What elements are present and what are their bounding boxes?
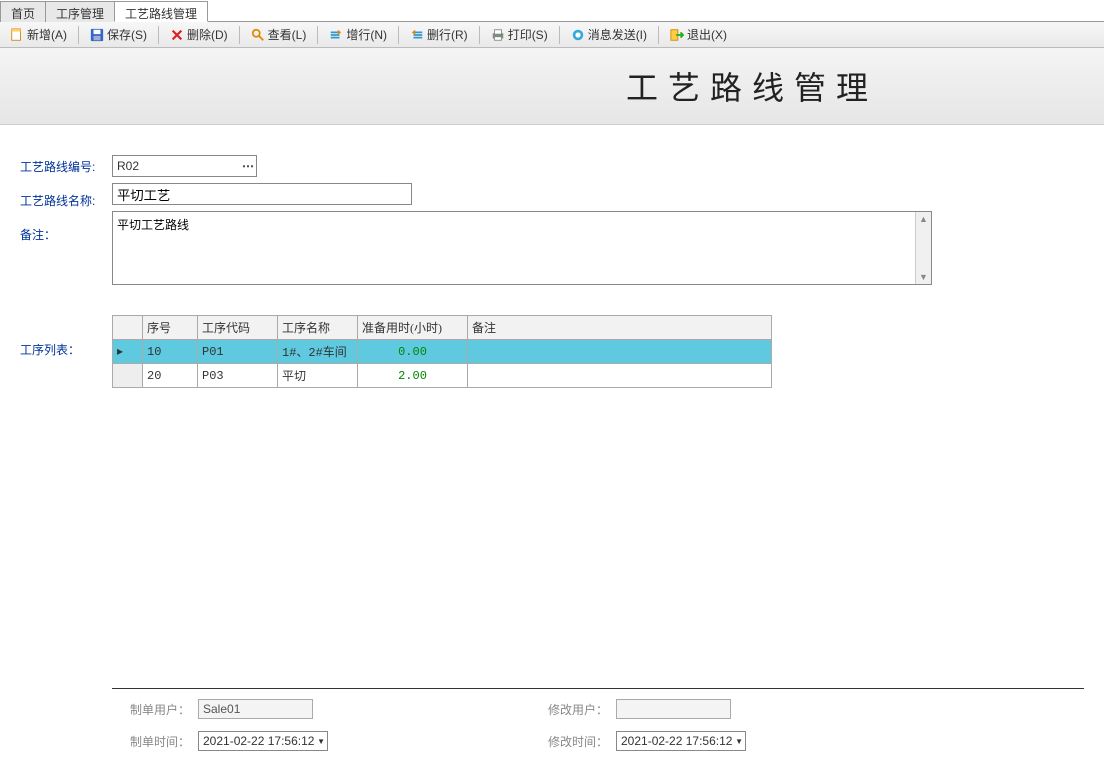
separator (479, 26, 480, 44)
list-label: 工序列表： (20, 315, 112, 388)
new-button[interactable]: 新增(A) (5, 23, 72, 46)
header-band: 工艺路线管理 (0, 48, 1104, 125)
tab-process[interactable]: 工序管理 (45, 1, 115, 22)
table-row[interactable]: ▸ 10 P01 1#、2#车间 0.00 (113, 340, 772, 364)
createtime-picker[interactable]: 2021-02-22 17:56:12 ▼ (198, 731, 328, 751)
view-button[interactable]: 查看(L) (246, 23, 312, 46)
code-label: 工艺路线编号: (20, 155, 112, 177)
addrow-icon (329, 28, 343, 42)
separator (658, 26, 659, 44)
scroll-down-icon[interactable]: ▼ (919, 270, 928, 284)
list-wrap: 工序列表： 序号 工序代码 工序名称 准备用时(小时) 备注 ▸ 10 P01 … (0, 295, 1104, 388)
row-indicator-icon: ▸ (113, 340, 143, 364)
chevron-down-icon[interactable]: ▼ (317, 737, 325, 746)
name-input[interactable] (112, 183, 412, 205)
search-icon (251, 28, 265, 42)
separator (398, 26, 399, 44)
tab-route[interactable]: 工艺路线管理 (114, 1, 208, 22)
form-area: 工艺路线编号: 工艺路线名称: 备注： R02 ⋯ 平切工艺路线 ▲ ▼ (0, 125, 1104, 295)
chevron-down-icon[interactable]: ▼ (735, 737, 743, 746)
scrollbar[interactable]: ▲ ▼ (915, 212, 931, 284)
remark-label: 备注： (20, 223, 112, 245)
delrow-button[interactable]: 删行(R) (405, 23, 473, 46)
remark-textarea[interactable]: 平切工艺路线 (113, 212, 915, 284)
save-button[interactable]: 保存(S) (85, 23, 152, 46)
separator (239, 26, 240, 44)
spacer (0, 388, 1104, 688)
creator-field: Sale01 (198, 699, 313, 719)
name-label: 工艺路线名称: (20, 189, 112, 211)
remark-textarea-wrap: 平切工艺路线 ▲ ▼ (112, 211, 932, 285)
creator-label: 制单用户： (130, 701, 190, 718)
toolbar: 新增(A) 保存(S) 删除(D) 查看(L) 增行(N) 删行(R) 打印(S… (0, 22, 1104, 48)
delete-icon (170, 28, 184, 42)
code-input[interactable]: R02 ⋯ (112, 155, 257, 177)
scroll-up-icon[interactable]: ▲ (919, 212, 928, 226)
delete-button[interactable]: 删除(D) (165, 23, 233, 46)
new-icon (10, 28, 24, 42)
page-title: 工艺路线管理 (400, 63, 1104, 109)
edittime-picker[interactable]: 2021-02-22 17:56:12 ▼ (616, 731, 746, 751)
print-icon (491, 28, 505, 42)
separator (559, 26, 560, 44)
separator (78, 26, 79, 44)
delrow-icon (410, 28, 424, 42)
grid-header: 序号 工序代码 工序名称 准备用时(小时) 备注 (113, 316, 772, 340)
lookup-icon[interactable]: ⋯ (242, 156, 254, 176)
save-icon (90, 28, 104, 42)
edittime-label: 修改时间： (548, 733, 608, 750)
separator (158, 26, 159, 44)
message-button[interactable]: 消息发送(I) (566, 23, 652, 46)
process-grid[interactable]: 序号 工序代码 工序名称 准备用时(小时) 备注 ▸ 10 P01 1#、2#车… (112, 315, 772, 388)
exit-button[interactable]: 退出(X) (665, 23, 732, 46)
footer-form: 制单用户： Sale01 制单时间： 2021-02-22 17:56:12 ▼… (0, 689, 1104, 781)
addrow-button[interactable]: 增行(N) (324, 23, 392, 46)
editor-field (616, 699, 731, 719)
tab-home[interactable]: 首页 (0, 1, 46, 22)
separator (317, 26, 318, 44)
exit-icon (670, 28, 684, 42)
createtime-label: 制单时间： (130, 733, 190, 750)
table-row[interactable]: 20 P03 平切 2.00 (113, 364, 772, 388)
tab-bar: 首页 工序管理 工艺路线管理 (0, 0, 1104, 22)
editor-label: 修改用户： (548, 701, 608, 718)
print-button[interactable]: 打印(S) (486, 23, 553, 46)
message-icon (571, 28, 585, 42)
